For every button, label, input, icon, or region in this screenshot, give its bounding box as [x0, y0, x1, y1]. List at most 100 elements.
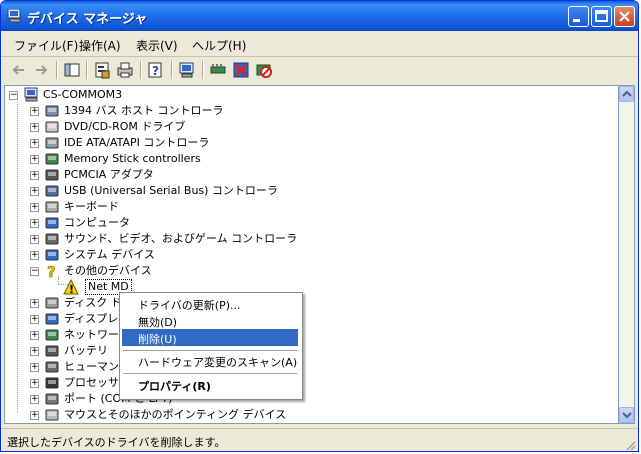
menu-divider [1, 56, 638, 57]
tree-item[interactable]: + PCMCIA アダプタ [30, 167, 510, 183]
tree-item[interactable]: + IDE ATA/ATAPI コントローラ [30, 135, 510, 151]
menu-divider [123, 373, 297, 374]
toolbar-divider [56, 61, 58, 79]
expand-toggle[interactable]: + [30, 107, 39, 116]
title-bar[interactable]: デバイス マネージャ [1, 1, 638, 31]
svg-text:!: ! [69, 283, 74, 295]
tree-item[interactable]: −? その他のデバイス [30, 263, 510, 279]
tree-item[interactable]: + キーボード [30, 199, 510, 215]
tree-item[interactable]: + Memory Stick controllers [30, 151, 510, 167]
tree-item[interactable]: + サウンド、ビデオ、およびゲーム コントローラ [30, 231, 510, 247]
tree-item-label: システム デバイス [64, 248, 155, 261]
vertical-scrollbar[interactable] [618, 85, 635, 424]
tree-item-label: 1394 バス ホスト コントローラ [64, 104, 224, 117]
menu-help[interactable]: ヘルプ(H) [192, 37, 246, 54]
menu-divider [123, 350, 297, 351]
cdrom-icon [45, 121, 59, 133]
resize-grip-icon[interactable] [624, 439, 636, 451]
expand-toggle[interactable]: + [30, 251, 39, 260]
menu-bar: ファイル(F) 操作(A) 表示(V) ヘルプ(H) [4, 35, 636, 55]
expand-toggle[interactable]: + [30, 187, 39, 196]
window-title: デバイス マネージャ [27, 12, 148, 27]
svg-text:?: ? [152, 64, 159, 78]
tree-item[interactable]: + DVD/CD-ROM ドライブ [30, 119, 510, 135]
network-adapter-icon [45, 329, 59, 341]
hid-icon [45, 361, 59, 373]
tree-item[interactable]: + USB (Universal Serial Bus) コントローラ [30, 183, 510, 199]
device-manager-icon [7, 9, 21, 23]
tree-item[interactable]: + システム デバイス [30, 247, 510, 263]
tree-root-label: CS-COMMOM3 [43, 88, 123, 101]
scroll-down-arrow-icon [622, 412, 632, 419]
tree-root-node[interactable]: − CS-COMMOM3 [9, 87, 209, 103]
minimize-icon [573, 19, 580, 22]
expand-toggle[interactable]: + [30, 395, 39, 404]
help-icon[interactable]: ? [146, 60, 166, 80]
close-button[interactable] [614, 6, 635, 27]
close-icon [619, 11, 630, 22]
memory-stick-icon [45, 153, 59, 165]
menu-item-properties[interactable]: プロパティ(R) [122, 376, 298, 393]
tree-item-label: IDE ATA/ATAPI コントローラ [64, 136, 210, 149]
mouse-icon [45, 409, 59, 421]
tree-item-label: USB (Universal Serial Bus) コントローラ [64, 184, 278, 197]
menu-action[interactable]: 操作(A) [79, 37, 121, 54]
context-menu: ドライバの更新(P)... 無効(D) 削除(U) ハードウェア変更のスキャン(… [119, 292, 303, 400]
sound-icon [45, 233, 59, 245]
scroll-up-button[interactable] [619, 86, 634, 102]
menu-item-uninstall[interactable]: 削除(U) [122, 329, 298, 346]
uninstall-icon[interactable] [231, 60, 251, 80]
ide-controller-icon [45, 137, 59, 149]
tree-item[interactable]: +1394 バス ホスト コントローラ [30, 103, 510, 119]
maximize-icon [595, 10, 608, 22]
tree-item-label: マウスとそのほかのポインティング デバイス [64, 408, 287, 421]
maximize-button[interactable] [591, 6, 612, 27]
print-icon[interactable] [115, 60, 135, 80]
port-icon [45, 393, 59, 405]
update-driver-icon[interactable] [208, 60, 228, 80]
collapse-toggle[interactable]: − [30, 267, 39, 276]
minimize-button[interactable] [568, 6, 589, 27]
unknown-device-icon: ? [47, 263, 56, 279]
scan-hardware-icon[interactable] [177, 60, 197, 80]
back-arrow-icon[interactable] [9, 60, 29, 80]
toolbar-divider [140, 61, 142, 79]
expand-toggle[interactable]: + [30, 299, 39, 308]
expand-toggle[interactable]: + [30, 347, 39, 356]
expand-toggle[interactable]: + [30, 331, 39, 340]
collapse-toggle[interactable]: − [9, 91, 18, 100]
expand-toggle[interactable]: + [30, 235, 39, 244]
menu-view[interactable]: 表示(V) [136, 37, 178, 54]
properties-icon[interactable] [92, 60, 112, 80]
expand-toggle[interactable]: + [30, 363, 39, 372]
expand-toggle[interactable]: + [30, 411, 39, 420]
tree-connector-line [17, 102, 19, 413]
toolbar-divider [86, 61, 88, 79]
expand-toggle[interactable]: + [30, 123, 39, 132]
expand-toggle[interactable]: + [30, 139, 39, 148]
expand-toggle[interactable]: + [30, 219, 39, 228]
device-tree[interactable]: − CS-COMMOM3 +1394 バス ホスト コントローラ + DVD/CD-… [4, 85, 619, 424]
menu-item-scan-hardware[interactable]: ハードウェア変更のスキャン(A) [122, 352, 298, 369]
console-tree-icon[interactable] [62, 60, 82, 80]
tree-item-label: キーボード [64, 200, 119, 213]
menu-file[interactable]: ファイル(F) [14, 37, 78, 54]
toolbar-divider [171, 61, 173, 79]
warning-device-icon: ! [63, 279, 79, 295]
menu-item-update-driver[interactable]: ドライバの更新(P)... [122, 295, 298, 312]
battery-icon [45, 345, 59, 357]
expand-toggle[interactable]: + [30, 171, 39, 180]
menu-item-disable[interactable]: 無効(D) [122, 312, 298, 329]
scroll-up-arrow-icon [622, 90, 632, 97]
tree-item-label: DVD/CD-ROM ドライブ [64, 120, 186, 133]
tree-item[interactable]: + コンピュータ [30, 215, 510, 231]
disable-device-icon[interactable] [254, 60, 274, 80]
tree-item[interactable]: + マウスとそのほかのポインティング デバイス [30, 407, 510, 423]
expand-toggle[interactable]: + [30, 155, 39, 164]
status-bar: 選択したデバイスのドライバを削除します。 [1, 428, 638, 451]
expand-toggle[interactable]: + [30, 315, 39, 324]
expand-toggle[interactable]: + [30, 203, 39, 212]
scroll-down-button[interactable] [619, 407, 634, 423]
forward-arrow-icon[interactable] [31, 60, 51, 80]
expand-toggle[interactable]: + [30, 379, 39, 388]
